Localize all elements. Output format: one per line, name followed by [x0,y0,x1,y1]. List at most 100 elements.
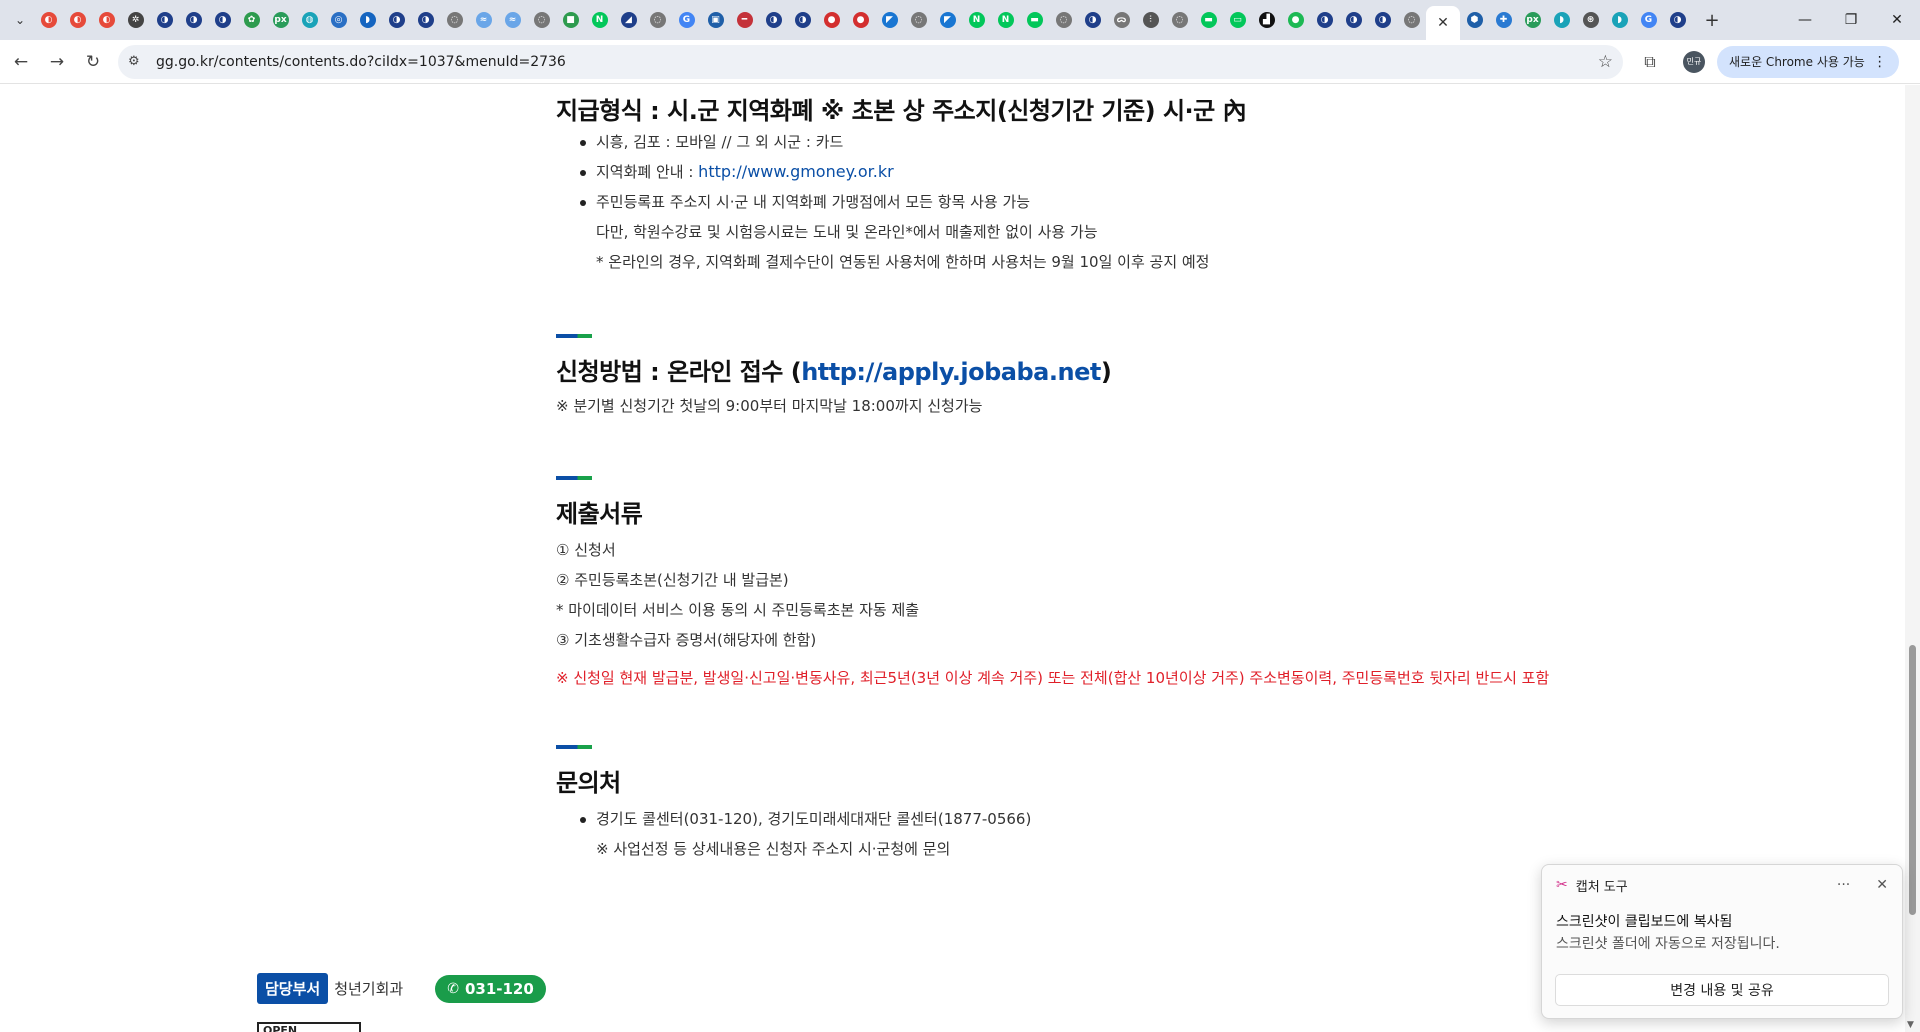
site-icon: ━ [736,12,753,28]
browser-tab[interactable]: ◑ [1339,4,1368,36]
gmoney-link[interactable]: http://www.gmoney.or.kr [698,162,894,181]
browser-tab[interactable]: ◤ [875,4,904,36]
globe-icon: ◌ [533,12,550,28]
browser-tab[interactable]: ✿ [237,4,266,36]
kebab-menu-icon[interactable]: ⋮ [1873,54,1887,70]
browser-tab[interactable]: ◑ [150,4,179,36]
browser-tab[interactable]: ◑ [411,4,440,36]
browser-tab[interactable]: px [266,4,295,36]
forward-arrow-icon[interactable]: → [40,45,74,79]
flag-icon: ◐ [40,12,57,28]
close-notification-icon[interactable]: ✕ [1876,877,1888,893]
scroll-thumb[interactable] [1909,645,1916,915]
browser-tab[interactable]: ◑ [788,4,817,36]
browser-tab[interactable]: ≈ [498,4,527,36]
browser-tab[interactable]: ✚ [1489,4,1518,36]
document-line: ③ 기초생활수급자 증명서(해당자에 한함) [556,631,817,649]
px-icon: px [1524,12,1541,28]
url-text[interactable]: gg.go.kr/contents/contents.do?ciIdx=1037… [156,54,1598,70]
more-options-icon[interactable]: ··· [1837,877,1850,893]
site-icon: ⬢ [1466,12,1483,28]
browser-tab[interactable]: ▭ [1223,4,1252,36]
browser-tab[interactable]: ⫶ [1136,4,1165,36]
browser-tab[interactable]: ▣ [701,4,730,36]
close-tab-icon[interactable]: ✕ [1437,15,1449,31]
browser-tab[interactable]: ◌ [1397,4,1426,36]
site-info-icon[interactable]: ⚙ [128,54,152,69]
browser-tab[interactable]: ◑ [382,4,411,36]
documents-warning: ※ 신청일 현재 발급분, 발생일·신고일·변동사유, 최근5년(3년 이상 계… [556,669,1550,687]
browser-tab[interactable]: N [585,4,614,36]
browser-tab[interactable]: ◑ [1663,4,1692,36]
browser-tab[interactable]: ᯅ [1107,4,1136,36]
gov-icon: ◑ [388,12,405,28]
scroll-down-arrow-icon[interactable]: ▼ [1907,1020,1914,1030]
tab-active[interactable]: ✕ [1426,6,1460,40]
browser-tab[interactable]: ▟ [1252,4,1281,36]
browser-tab[interactable]: G [1634,4,1663,36]
browser-tab[interactable]: ◎ [324,4,353,36]
browser-tab[interactable]: ▬ [1020,4,1049,36]
browser-tab[interactable]: ◌ [440,4,469,36]
profile-avatar[interactable]: 민규 [1683,50,1705,73]
close-window-icon[interactable]: ✕ [1874,0,1920,40]
bookmark-star-icon[interactable]: ☆ [1598,52,1613,72]
browser-tab[interactable]: ▬ [1194,4,1223,36]
px-icon: px [272,12,289,28]
phone-button[interactable]: ✆ 031-120 [435,974,546,1003]
reload-icon[interactable]: ↻ [76,45,110,79]
browser-tab[interactable]: ◌ [1049,4,1078,36]
browser-tab[interactable]: ◑ [208,4,237,36]
browser-toolbar: ← → ↻ ⚙ gg.go.kr/contents/contents.do?ci… [0,40,1920,84]
extensions-puzzle-icon[interactable]: ⧉ [1633,45,1667,79]
chrome-update-button[interactable]: 새로운 Chrome 사용 가능 ⋮ [1717,45,1899,78]
browser-tab[interactable]: ● [817,4,846,36]
browser-tab[interactable]: ◑ [1310,4,1339,36]
browser-tab[interactable]: ◗ [1547,4,1576,36]
browser-tab[interactable]: ◑ [179,4,208,36]
edit-and-share-button[interactable]: 변경 내용 및 공유 [1555,974,1889,1006]
browser-tab[interactable]: ◌ [1165,4,1194,36]
snipping-tool-notification[interactable]: ✂ 캡처 도구 ··· ✕ 스크린샷이 클립보드에 복사됨 스크린샷 폴더에 자… [1541,864,1903,1019]
browser-tab[interactable]: ● [846,4,875,36]
browser-tab[interactable]: ⊛ [1576,4,1605,36]
new-tab-button[interactable]: + [1698,6,1726,34]
back-arrow-icon[interactable]: ← [4,45,38,79]
browser-tab[interactable]: ◌ [904,4,933,36]
open-license-badge: OPEN [257,1022,361,1032]
naver-icon: N [591,12,608,28]
browser-tab[interactable]: ◐ [92,4,121,36]
notification-title: 스크린샷이 클립보드에 복사됨 [1556,914,1733,930]
address-bar[interactable]: ⚙ gg.go.kr/contents/contents.do?ciIdx=10… [118,44,1623,79]
contact-list: 경기도 콜센터(031-120), 경기도미래세대재단 콜센터(1877-056… [580,804,1556,864]
browser-tab[interactable]: ✲ [121,4,150,36]
browser-tab[interactable]: ◗ [353,4,382,36]
browser-tab[interactable]: ◑ [1078,4,1107,36]
page-scrollbar[interactable]: ▼ [1905,85,1920,1032]
browser-tab[interactable]: px [1518,4,1547,36]
browser-tab[interactable]: N [962,4,991,36]
browser-tab[interactable]: N [991,4,1020,36]
browser-tab[interactable]: ◤ [933,4,962,36]
tab-strip: ⌄ ◐ ◐ ◐ ✲ ◑ ◑ ◑ ✿ px ◍ ◎ ◗ ◑ ◑ ◌ ≈ ≈ ◌ ■ N ◢ ◌ G ▣ ━ ◑ ◑ ● ● ◤ ◌ ◤ N N ▬ ◌ ◑… [0,0,1920,40]
browser-tab[interactable]: ◑ [759,4,788,36]
browser-tab[interactable]: ◑ [1368,4,1397,36]
browser-tab[interactable]: ◌ [643,4,672,36]
browser-tab[interactable]: ◐ [34,4,63,36]
browser-tab[interactable]: G [672,4,701,36]
browser-tab[interactable]: ◢ [614,4,643,36]
browser-tab[interactable]: ⬢ [1460,4,1489,36]
browser-tab[interactable]: ≈ [469,4,498,36]
browser-tab[interactable]: ◗ [1605,4,1634,36]
browser-tab[interactable]: ◐ [63,4,92,36]
browser-tab[interactable]: ◌ [527,4,556,36]
minimize-icon[interactable]: — [1782,0,1828,40]
restore-icon[interactable]: ❐ [1828,0,1874,40]
browser-tab[interactable]: ● [1281,4,1310,36]
browser-tab[interactable]: ■ [556,4,585,36]
browser-tab[interactable]: ━ [730,4,759,36]
tab-search-chevron-icon[interactable]: ⌄ [6,6,34,34]
tab-list: ◐ ◐ ◐ ✲ ◑ ◑ ◑ ✿ px ◍ ◎ ◗ ◑ ◑ ◌ ≈ ≈ ◌ ■ N ◢ ◌ G ▣ ━ ◑ ◑ ● ● ◤ ◌ ◤ N N ▬ ◌ ◑ ᯅ ⫶… [34,0,1426,40]
browser-tab[interactable]: ◍ [295,4,324,36]
jobaba-link[interactable]: http://apply.jobaba.net [801,358,1101,386]
